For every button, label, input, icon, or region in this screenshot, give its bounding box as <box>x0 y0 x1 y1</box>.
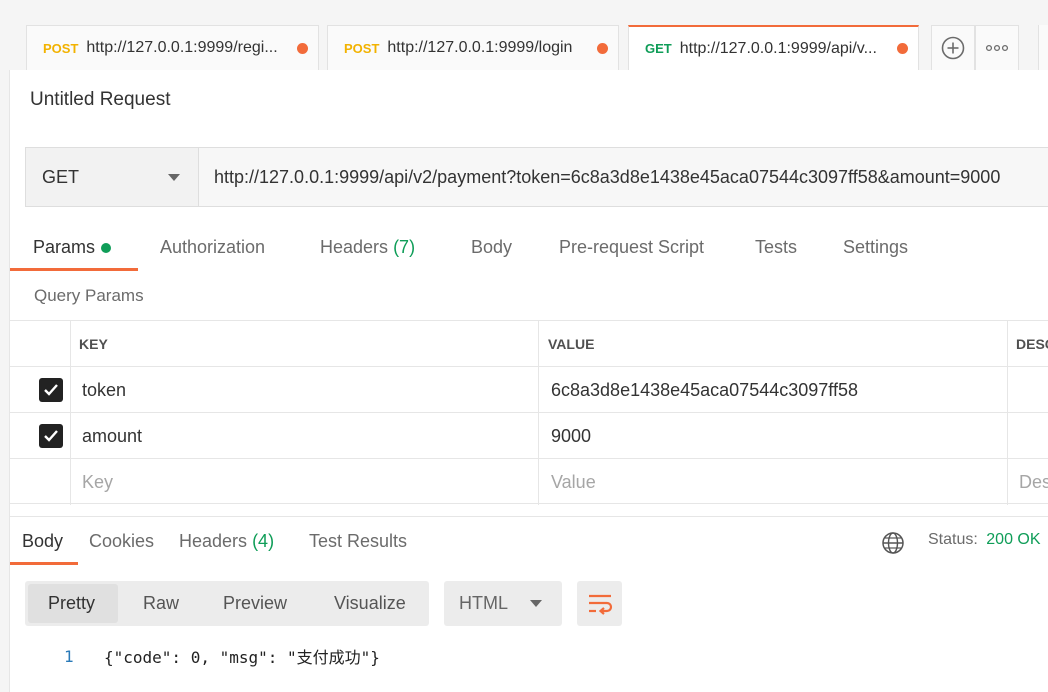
view-raw-button[interactable]: Raw <box>143 581 179 626</box>
status-label: Status: <box>928 531 978 548</box>
tab-method: GET <box>645 41 672 56</box>
column-header-key: KEY <box>79 336 108 352</box>
status-value: 200 OK <box>986 531 1041 548</box>
tab-params[interactable]: Params <box>33 237 112 258</box>
table-header-row: KEY VALUE DESC <box>10 320 1048 367</box>
format-select[interactable]: HTML <box>444 581 562 626</box>
url-input[interactable]: http://127.0.0.1:9999/api/v2/payment?tok… <box>198 147 1048 207</box>
table-row: token 6c8a3d8e1438e45aca07544c3097ff58 <box>10 366 1048 413</box>
param-value[interactable]: 9000 <box>551 413 591 459</box>
new-tab-button[interactable] <box>931 25 975 70</box>
tab-tests[interactable]: Tests <box>755 237 797 258</box>
response-status: Status: 200 OK <box>928 531 1041 549</box>
active-tab-underline <box>10 268 138 271</box>
column-header-value: VALUE <box>548 336 595 352</box>
request-title[interactable]: Untitled Request <box>30 89 170 111</box>
globe-icon[interactable] <box>881 531 905 560</box>
unsaved-dot-icon <box>897 43 908 54</box>
wrap-lines-icon <box>588 594 612 615</box>
wrap-lines-button[interactable] <box>577 581 622 626</box>
view-pretty-button[interactable]: Pretty <box>48 581 95 626</box>
param-key[interactable]: token <box>82 367 126 413</box>
chevron-down-icon <box>168 174 180 181</box>
column-header-description: DESC <box>1016 336 1048 352</box>
checkmark-icon <box>39 424 63 448</box>
tab-method: POST <box>43 40 79 56</box>
unsaved-dot-icon <box>597 42 608 54</box>
ellipsis-icon <box>985 44 1009 52</box>
format-value: HTML <box>459 593 508 613</box>
line-number: 1 <box>64 646 74 666</box>
tab-url: http://127.0.0.1:9999/login <box>387 39 573 56</box>
tab-body[interactable]: Body <box>471 237 512 258</box>
method-value: GET <box>42 166 80 187</box>
unsaved-dot-icon <box>297 42 308 54</box>
tab-overflow-edge <box>1038 25 1048 70</box>
param-checkbox[interactable] <box>39 367 63 413</box>
response-tab-cookies[interactable]: Cookies <box>89 531 154 552</box>
response-body-code[interactable]: {"code": 0, "msg": "支付成功"} <box>104 644 380 668</box>
request-tab-register[interactable]: POST http://127.0.0.1:9999/regi... <box>26 25 319 70</box>
request-tab-payment[interactable]: GET http://127.0.0.1:9999/api/v... <box>628 25 919 70</box>
more-tabs-button[interactable] <box>975 25 1019 70</box>
tab-settings[interactable]: Settings <box>843 237 908 258</box>
plus-circle-icon <box>941 36 965 60</box>
response-headers-label: Headers <box>179 531 248 551</box>
param-checkbox[interactable] <box>39 413 63 459</box>
tab-method: POST <box>344 40 380 56</box>
view-visualize-button[interactable]: Visualize <box>334 581 406 626</box>
left-sidebar-strip <box>0 0 10 692</box>
new-description-input[interactable]: Des <box>1019 459 1048 505</box>
response-tab-test-results[interactable]: Test Results <box>309 531 407 552</box>
table-row-new: Key Value Des <box>10 458 1048 505</box>
view-preview-button[interactable]: Preview <box>223 581 287 626</box>
tab-authorization[interactable]: Authorization <box>160 237 265 258</box>
query-params-title: Query Params <box>34 286 144 305</box>
table-row: amount 9000 <box>10 412 1048 459</box>
new-key-input[interactable]: Key <box>82 459 113 505</box>
response-tab-body[interactable]: Body <box>22 531 63 552</box>
active-indicator-dot-icon <box>101 243 112 254</box>
response-code-line: 1 {"code": 0, "msg": "支付成功"} <box>64 644 380 668</box>
request-tab-login[interactable]: POST http://127.0.0.1:9999/login <box>327 25 619 70</box>
tab-url: http://127.0.0.1:9999/api/v... <box>679 39 877 57</box>
response-divider[interactable] <box>10 516 1048 517</box>
method-select[interactable]: GET <box>25 147 199 207</box>
tab-headers-label: Headers <box>320 237 389 257</box>
checkmark-icon <box>39 378 63 402</box>
param-value[interactable]: 6c8a3d8e1438e45aca07544c3097ff58 <box>551 367 858 413</box>
tab-url: http://127.0.0.1:9999/regi... <box>86 39 278 56</box>
new-value-input[interactable]: Value <box>551 459 596 505</box>
response-active-underline <box>10 562 78 565</box>
tab-headers[interactable]: Headers (7) <box>320 237 415 258</box>
tab-params-label: Params <box>33 237 96 257</box>
tab-prerequest-script[interactable]: Pre-request Script <box>559 237 704 258</box>
param-key[interactable]: amount <box>82 413 142 459</box>
chevron-down-icon <box>530 600 542 607</box>
headers-count: (7) <box>393 237 416 257</box>
response-headers-count: (4) <box>252 531 275 551</box>
response-tab-headers[interactable]: Headers (4) <box>179 531 274 552</box>
